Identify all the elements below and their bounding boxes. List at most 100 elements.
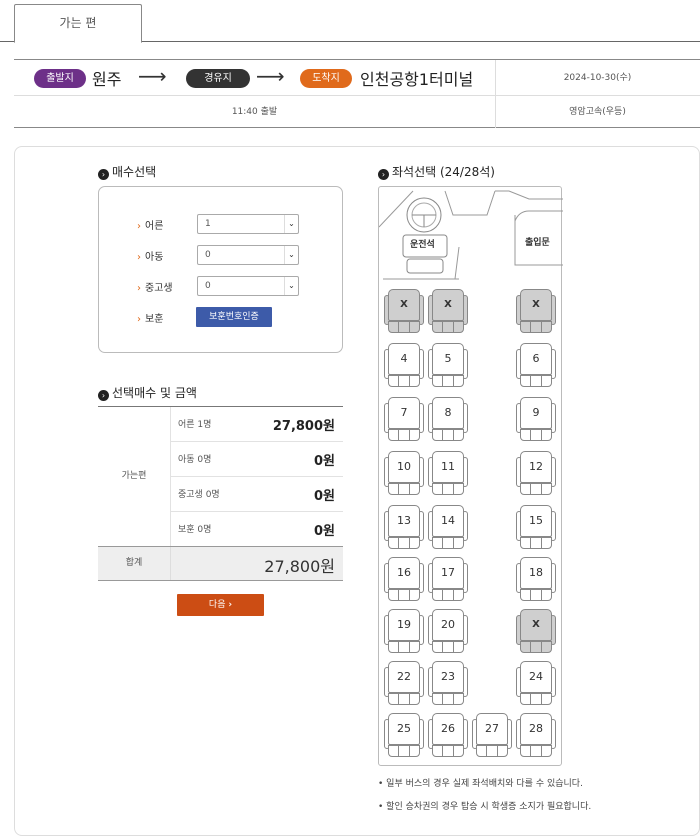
seat-section-title: › 좌석선택 (24/28석): [378, 163, 495, 180]
chevron-circle-icon: ›: [98, 169, 109, 180]
arrival-badge: 도착지: [300, 69, 352, 88]
seat-number: 4: [388, 343, 420, 375]
seat-number: X: [388, 289, 420, 321]
seat[interactable]: 13: [384, 503, 424, 551]
seat[interactable]: 24: [516, 659, 556, 707]
tab-bar: 가는 편: [0, 0, 700, 43]
count-section-title: › 매수선택: [98, 163, 156, 180]
seat-number: 8: [432, 397, 464, 429]
price-summary-table: 가는편 어른 1명 27,800원 아동 0명 0원 중고생 0명 0원 보훈 0명 0…: [98, 406, 343, 581]
seat[interactable]: 10: [384, 449, 424, 497]
chevron-circle-icon: ›: [378, 169, 389, 180]
departure-badge: 출발지: [34, 69, 86, 88]
count-row-child: › 아동 0 ⌄: [99, 245, 344, 267]
seat[interactable]: 5: [428, 341, 468, 389]
seat[interactable]: 12: [516, 449, 556, 497]
seat-number: 12: [520, 451, 552, 483]
count-label: 중고생: [145, 283, 173, 294]
table-row: 아동 0명 0원: [171, 442, 343, 477]
seat[interactable]: 27: [472, 711, 512, 759]
seat[interactable]: 9: [516, 395, 556, 443]
seat-number: 27: [476, 713, 508, 745]
seat: X: [516, 607, 556, 655]
veteran-verify-button[interactable]: 보훈번호인증: [196, 307, 272, 327]
chevron-right-icon: ›: [137, 283, 141, 294]
arrival-terminal: 인천공항1터미널: [360, 70, 474, 89]
seat-number: 6: [520, 343, 552, 375]
chevron-circle-icon: ›: [98, 390, 109, 401]
seat[interactable]: 25: [384, 711, 424, 759]
student-count-select[interactable]: 0 ⌄: [197, 276, 299, 296]
seat-number: X: [520, 609, 552, 641]
seat: X: [516, 287, 556, 335]
driver-seat-label: 운전석: [410, 240, 435, 250]
bus-company-class: 영암고속(우등): [569, 107, 626, 117]
seat[interactable]: 28: [516, 711, 556, 759]
seat[interactable]: 15: [516, 503, 556, 551]
count-row-adult: › 어른 1 ⌄: [99, 214, 344, 236]
table-row: 어른 1명 27,800원: [171, 407, 343, 442]
seat[interactable]: 6: [516, 341, 556, 389]
chevron-right-icon: ›: [137, 221, 141, 232]
count-row-veteran: › 보훈 보훈번호인증: [99, 305, 344, 327]
seat-number: 20: [432, 609, 464, 641]
count-label: 어른: [145, 221, 164, 232]
steering-wheel-icon: [406, 197, 442, 233]
seat[interactable]: 16: [384, 555, 424, 603]
bus-seat-map: 운전석 출입문 X X X 4 5 6 7 8 9 10 11 12 13 14 15 16 17 18 19 20 X…: [378, 186, 563, 766]
seat-number: 15: [520, 505, 552, 537]
chevron-down-icon: ⌄: [284, 246, 298, 264]
seat: X: [384, 287, 424, 335]
chevron-right-icon: ›: [228, 600, 233, 610]
route-info: 출발지 원주 ⟶ 경유지 ⟶ 도착지 인천공항1터미널 2024-10-30(수…: [14, 59, 700, 128]
seat[interactable]: 23: [428, 659, 468, 707]
seat-number: 18: [520, 557, 552, 589]
total-amount: 27,800원: [264, 557, 335, 576]
chevron-down-icon: ⌄: [284, 277, 298, 295]
seat[interactable]: 11: [428, 449, 468, 497]
child-count-select[interactable]: 0 ⌄: [197, 245, 299, 265]
seat[interactable]: 18: [516, 555, 556, 603]
seat-number: 26: [432, 713, 464, 745]
trip-label: 가는편: [98, 407, 171, 546]
seat-number: 10: [388, 451, 420, 483]
count-label: 보훈: [145, 314, 164, 325]
arrow-right-icon: ⟶: [138, 64, 167, 88]
next-button[interactable]: 다음 ›: [177, 594, 264, 616]
seat-number: X: [432, 289, 464, 321]
chevron-right-icon: ›: [137, 314, 141, 325]
count-selector: › 어른 1 ⌄ › 아동 0 ⌄ › 중고생 0 ⌄ › 보훈 보훈번호인증: [98, 186, 343, 353]
seat[interactable]: 22: [384, 659, 424, 707]
seat[interactable]: 8: [428, 395, 468, 443]
seat[interactable]: 20: [428, 607, 468, 655]
seat[interactable]: 19: [384, 607, 424, 655]
summary-section-title: › 선택매수 및 금액: [98, 384, 197, 401]
seat[interactable]: 14: [428, 503, 468, 551]
notice-text: • 일부 버스의 경우 실제 좌석배치와 다를 수 있습니다.: [378, 779, 583, 789]
chevron-down-icon: ⌄: [284, 215, 298, 233]
seat-number: 19: [388, 609, 420, 641]
tab-outbound[interactable]: 가는 편: [14, 4, 142, 43]
seat-number: 25: [388, 713, 420, 745]
seat-number: 11: [432, 451, 464, 483]
departure-terminal: 원주: [92, 70, 122, 89]
seat[interactable]: 7: [384, 395, 424, 443]
count-label: 아동: [145, 252, 164, 263]
seat-number: 14: [432, 505, 464, 537]
seat-number: 5: [432, 343, 464, 375]
seat-number: 13: [388, 505, 420, 537]
seat[interactable]: 4: [384, 341, 424, 389]
departure-date: 2024-10-30(수): [563, 73, 632, 83]
seat: X: [428, 287, 468, 335]
count-row-student: › 중고생 0 ⌄: [99, 276, 344, 298]
total-label: 합계: [98, 547, 171, 580]
chevron-right-icon: ›: [137, 252, 141, 263]
arrow-right-icon: ⟶: [256, 64, 285, 88]
adult-count-select[interactable]: 1 ⌄: [197, 214, 299, 234]
seat-number: 28: [520, 713, 552, 745]
seat-number: 9: [520, 397, 552, 429]
seat-number: 23: [432, 661, 464, 693]
seat[interactable]: 17: [428, 555, 468, 603]
seat-number: 7: [388, 397, 420, 429]
seat[interactable]: 26: [428, 711, 468, 759]
